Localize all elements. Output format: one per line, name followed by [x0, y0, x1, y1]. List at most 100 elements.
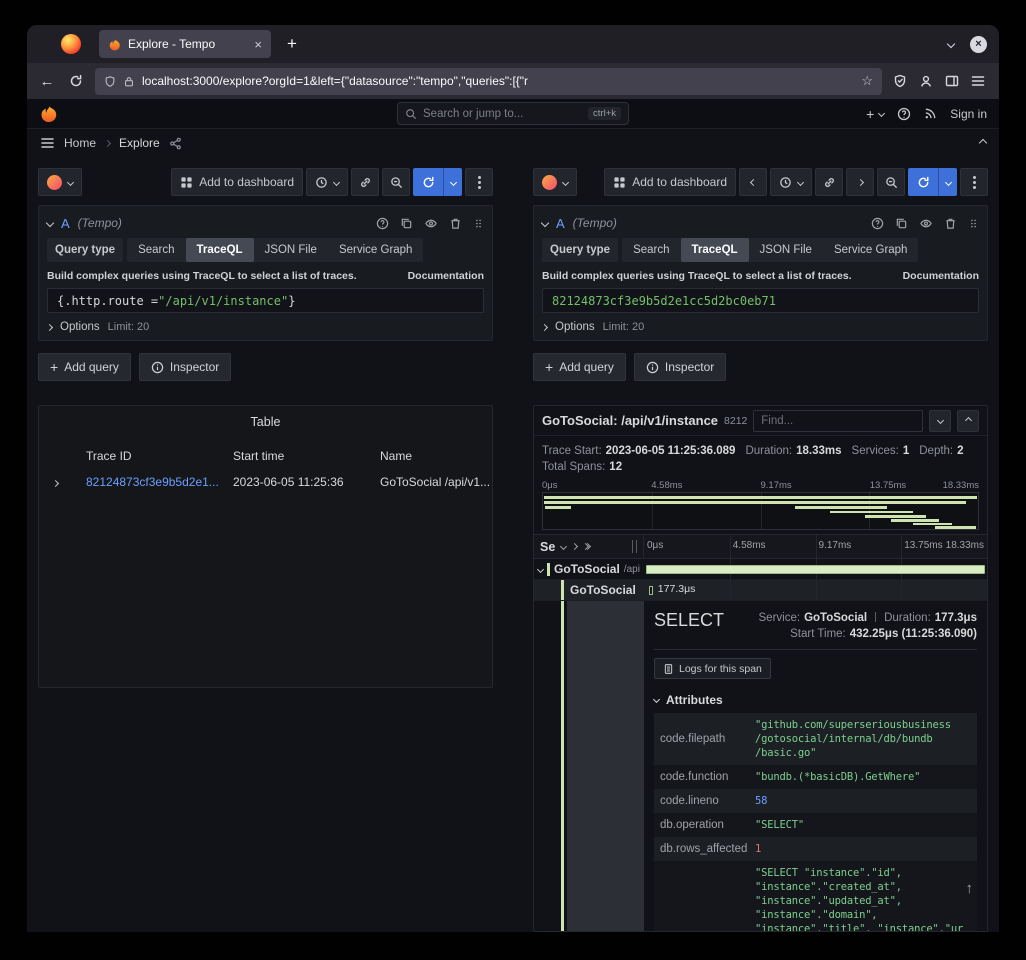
time-shift-back-button[interactable]: [739, 168, 767, 196]
attribute-row[interactable]: code.lineno 58: [654, 789, 977, 813]
pane-menu-button[interactable]: [960, 168, 988, 196]
attribute-row[interactable]: code.filepath "github.com/superseriousbu…: [654, 713, 977, 765]
documentation-link[interactable]: Documentation: [408, 270, 484, 282]
inspector-button[interactable]: Inspector: [139, 353, 231, 381]
tab-search[interactable]: Search: [127, 238, 185, 262]
add-query-button[interactable]: + Add query: [38, 353, 131, 381]
column-resizer-handle[interactable]: [632, 540, 637, 553]
span-duration-bar[interactable]: [646, 565, 985, 574]
query-options-toggle[interactable]: Options Limit: 20: [47, 321, 484, 333]
help-icon[interactable]: [897, 107, 911, 121]
attribute-row[interactable]: db.rows_affected 1: [654, 837, 977, 861]
drag-handle-icon[interactable]: [968, 217, 979, 230]
traceql-code-editor[interactable]: 82124873cf3e9b5d2e1cc5d2bc0eb71: [542, 288, 979, 313]
col-header-trace-id[interactable]: Trace ID: [86, 449, 233, 463]
app-menu-icon[interactable]: [971, 75, 985, 87]
tab-service-graph[interactable]: Service Graph: [823, 238, 919, 262]
news-rss-icon[interactable]: [924, 107, 937, 120]
expand-row-icon[interactable]: [53, 475, 86, 489]
collapse-topbar-icon[interactable]: [979, 139, 987, 147]
trace-id-link[interactable]: 82124873cf3e9b5d2e1...: [86, 475, 233, 489]
attribute-row[interactable]: db.operation "SELECT": [654, 813, 977, 837]
zoom-out-button[interactable]: [382, 168, 410, 196]
trace-minimap[interactable]: 0μs 4.58ms 9.17ms 13.75ms 18.33ms: [542, 480, 979, 530]
attribute-row[interactable]: "SELECT "instance"."id", "instance"."cre…: [654, 861, 977, 932]
tab-traceql[interactable]: TraceQL: [681, 238, 749, 262]
run-query-button[interactable]: [908, 168, 957, 196]
datasource-picker[interactable]: [533, 168, 577, 196]
collapse-query-icon[interactable]: [541, 219, 549, 227]
collapse-span-icon[interactable]: [537, 565, 544, 572]
zoom-out-button[interactable]: [877, 168, 905, 196]
list-tabs-icon[interactable]: [947, 40, 955, 48]
scroll-to-top-icon[interactable]: ↑: [966, 880, 974, 897]
sync-times-button[interactable]: [351, 168, 379, 196]
reload-button[interactable]: [66, 74, 86, 88]
run-query-button[interactable]: [413, 168, 462, 196]
minimap-canvas[interactable]: [542, 492, 979, 530]
new-tab-button[interactable]: +: [279, 34, 305, 54]
find-input[interactable]: [753, 410, 923, 432]
traceql-code-editor[interactable]: {.http.route = "/api/v1/instance"}: [47, 288, 484, 313]
time-shift-forward-button[interactable]: [846, 168, 874, 196]
disable-query-icon[interactable]: [424, 217, 438, 230]
query-help-icon[interactable]: [871, 217, 884, 230]
attribute-row[interactable]: code.function "bundb.(*basicDB).GetWhere…: [654, 765, 977, 789]
breadcrumb-home[interactable]: Home: [64, 136, 96, 150]
sidebar-toggle-icon[interactable]: [945, 74, 959, 88]
sync-times-button[interactable]: [815, 168, 843, 196]
chevron-down-icon[interactable]: [560, 543, 567, 550]
col-header-start-time[interactable]: Start time: [233, 449, 380, 463]
table-row[interactable]: 82124873cf3e9b5d2e1... 2023-06-05 11:25:…: [39, 475, 492, 489]
browser-tab[interactable]: Explore - Tempo ×: [99, 30, 271, 58]
attributes-section-toggle[interactable]: Attributes: [654, 693, 977, 707]
query-options-toggle[interactable]: Options Limit: 20: [542, 321, 979, 333]
window-close-button[interactable]: ×: [970, 36, 987, 53]
new-menu-button[interactable]: +: [866, 107, 884, 121]
col-header-name[interactable]: Name: [380, 449, 492, 463]
back-button[interactable]: ←: [37, 73, 57, 90]
span-row-root[interactable]: GoToSocial /api/: [534, 559, 987, 580]
time-picker-button[interactable]: [770, 168, 812, 196]
span-row-selected[interactable]: GoToSocial 177.3μs: [534, 580, 987, 601]
find-next-button[interactable]: [929, 410, 951, 432]
run-options-chevron[interactable]: [443, 168, 462, 196]
service-operation-column-header[interactable]: Se: [540, 540, 555, 554]
query-help-icon[interactable]: [376, 217, 389, 230]
grafana-logo[interactable]: [39, 104, 58, 123]
inspector-button[interactable]: Inspector: [634, 353, 726, 381]
tab-search[interactable]: Search: [622, 238, 680, 262]
duplicate-query-icon[interactable]: [400, 217, 413, 230]
drag-handle-icon[interactable]: [473, 217, 484, 230]
add-query-button[interactable]: + Add query: [533, 353, 626, 381]
span-duration-bar[interactable]: [649, 586, 653, 595]
time-picker-button[interactable]: [306, 168, 348, 196]
delete-query-icon[interactable]: [449, 217, 462, 230]
sign-in-link[interactable]: Sign in: [950, 107, 987, 121]
pane-menu-button[interactable]: [465, 168, 493, 196]
collapse-query-icon[interactable]: [46, 219, 54, 227]
save-to-pocket-icon[interactable]: [893, 74, 907, 88]
tab-json-file[interactable]: JSON File: [254, 238, 328, 262]
datasource-picker[interactable]: [38, 168, 82, 196]
documentation-link[interactable]: Documentation: [903, 270, 979, 282]
tab-json-file[interactable]: JSON File: [749, 238, 823, 262]
disable-query-icon[interactable]: [919, 217, 933, 230]
global-search[interactable]: Search or jump to... ctrl+k: [397, 102, 629, 125]
add-to-dashboard-button[interactable]: Add to dashboard: [604, 168, 736, 196]
find-prev-button[interactable]: [957, 410, 979, 432]
duplicate-query-icon[interactable]: [895, 217, 908, 230]
add-to-dashboard-button[interactable]: Add to dashboard: [171, 168, 303, 196]
delete-query-icon[interactable]: [944, 217, 957, 230]
tab-traceql[interactable]: TraceQL: [186, 238, 254, 262]
logs-for-span-button[interactable]: Logs for this span: [654, 658, 771, 679]
lock-icon[interactable]: [123, 75, 135, 88]
mega-menu-icon[interactable]: [40, 137, 55, 149]
tracking-shield-icon[interactable]: [104, 75, 116, 88]
url-bar[interactable]: localhost:3000/explore?orgId=1&left={"da…: [95, 68, 882, 95]
breadcrumb-current[interactable]: Explore: [119, 136, 160, 150]
bookmark-star-icon[interactable]: ☆: [861, 73, 873, 89]
account-icon[interactable]: [919, 74, 933, 88]
expand-one-level-icon[interactable]: [571, 543, 578, 550]
share-icon[interactable]: [169, 137, 182, 150]
